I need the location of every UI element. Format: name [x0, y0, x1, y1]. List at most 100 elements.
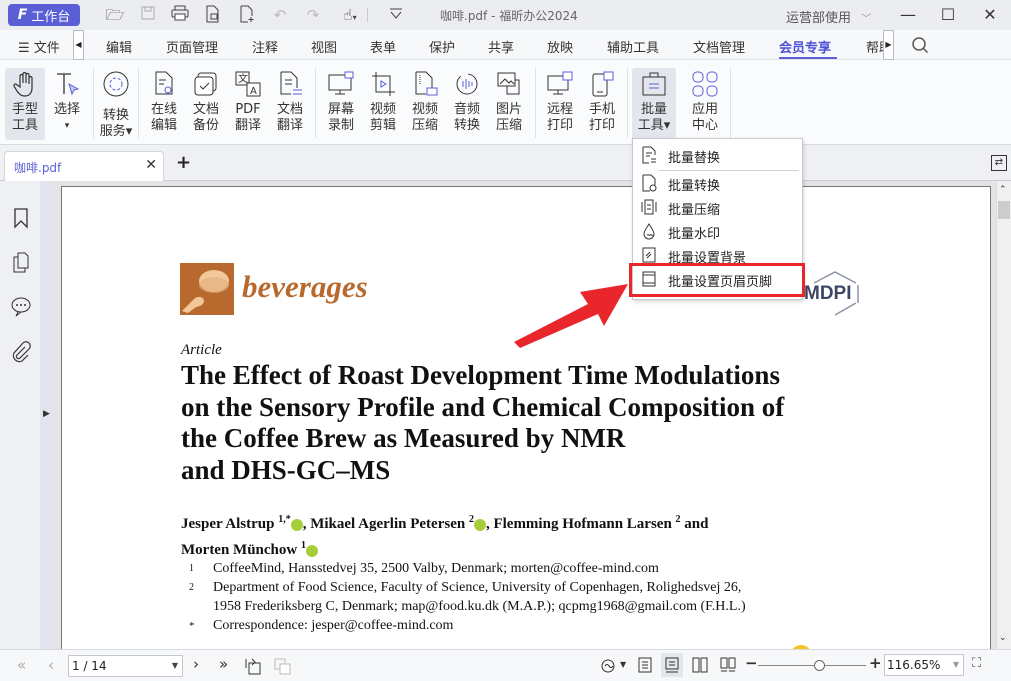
video-compress-button[interactable]: 视频 压缩	[405, 68, 445, 140]
app-center-button[interactable]: 应用 中心	[685, 68, 725, 140]
remote-print-button[interactable]: 远程 打印	[540, 68, 580, 140]
zoom-slider-track[interactable]	[758, 665, 866, 666]
menu-form[interactable]: 表单	[370, 37, 396, 56]
search-icon[interactable]	[911, 36, 929, 58]
user-account-dropdown[interactable]: 运营部使用 ﹀	[786, 7, 871, 26]
watermark-drop-icon	[643, 223, 655, 240]
close-tab-icon[interactable]: ✕	[145, 157, 157, 173]
new-from-file-icon[interactable]	[203, 5, 223, 25]
pages-icon[interactable]	[10, 251, 32, 273]
file-menu[interactable]: ☰ 文件	[18, 37, 60, 56]
last-page-icon[interactable]: »	[219, 655, 228, 673]
scrollbar-thumb[interactable]	[998, 201, 1010, 219]
minimize-button[interactable]: —	[893, 3, 923, 27]
new-tab-button[interactable]: +	[176, 152, 191, 173]
orcid-icon[interactable]	[473, 518, 486, 531]
vertical-scrollbar[interactable]: ⌃ ⌄	[996, 181, 1011, 649]
zoom-slider-thumb[interactable]	[813, 660, 825, 671]
zoom-in-button[interactable]: +	[869, 654, 882, 672]
menu-share[interactable]: 共享	[488, 37, 514, 56]
video-edit-button[interactable]: 视频 剪辑	[363, 68, 403, 140]
audio-convert-button[interactable]: 音频 转换	[447, 68, 487, 140]
scroll-up-icon[interactable]: ⌃	[999, 185, 1007, 195]
attachment-icon[interactable]	[10, 341, 32, 363]
close-button[interactable]: ✕	[975, 3, 1005, 27]
menu-item-batch-convert[interactable]: 批量转换	[633, 171, 802, 195]
hand-tool-button[interactable]: 手型 工具	[5, 68, 45, 140]
menu-page-management[interactable]: 页面管理	[166, 37, 218, 56]
panel-toggle-icon[interactable]: ⇄	[991, 155, 1007, 171]
single-page-icon[interactable]	[638, 657, 652, 673]
split-view-icon[interactable]	[274, 658, 292, 676]
document-translate-button[interactable]: 文档 翻译	[270, 68, 310, 140]
article-type: Article	[181, 342, 222, 358]
comments-icon[interactable]	[10, 295, 32, 317]
scroll-down-icon[interactable]: ⌄	[999, 633, 1007, 643]
continuous-page-button[interactable]	[661, 653, 683, 677]
menu-item-batch-watermark[interactable]: 批量水印	[633, 219, 802, 243]
mobile-print-button[interactable]: 手机 打印	[582, 68, 622, 140]
select-tool-button[interactable]: 选择 ▾	[47, 68, 87, 140]
menu-scroll-right-button[interactable]: ▶	[883, 30, 894, 60]
zoom-level-input[interactable]: 116.65% ▼	[884, 654, 964, 676]
divider	[315, 68, 316, 138]
chevron-down-icon[interactable]: ▼	[953, 660, 959, 669]
two-page-icon[interactable]	[692, 657, 708, 673]
menu-member-exclusive[interactable]: 会员专享	[779, 37, 831, 56]
new-document-icon[interactable]	[237, 5, 257, 25]
rotate-view-icon[interactable]	[245, 658, 263, 676]
hand-mode-icon[interactable]: ☝▾	[337, 5, 363, 25]
customize-chevron-icon[interactable]	[386, 5, 406, 25]
menu-protect[interactable]: 保护	[429, 37, 455, 56]
fullscreen-icon[interactable]: ⛶	[972, 656, 981, 671]
screen-record-button[interactable]: 屏幕 录制	[321, 68, 361, 140]
chevron-down-icon[interactable]: ▼	[172, 661, 178, 670]
save-icon[interactable]	[138, 5, 158, 25]
sidebar-collapse-strip[interactable]: ▶	[40, 181, 54, 649]
page-number-input[interactable]: 1 / 14 ▼	[68, 655, 183, 677]
mobile-print-icon	[592, 71, 614, 97]
batch-tools-button[interactable]: 批量 工具▾	[632, 68, 676, 140]
reading-mode-chevron-icon[interactable]: ▼	[620, 660, 626, 669]
video-crop-icon	[372, 72, 395, 96]
menu-item-batch-compress[interactable]: 批量压缩	[633, 195, 802, 219]
first-page-icon[interactable]: «	[17, 656, 26, 674]
divider	[367, 8, 368, 22]
document-backup-button[interactable]: 文档 备份	[186, 68, 226, 140]
menu-edit[interactable]: 编辑	[106, 37, 132, 56]
document-tab[interactable]: 咖啡.pdf ✕	[4, 151, 164, 181]
hand-icon	[13, 71, 33, 97]
bookmark-icon[interactable]	[10, 207, 32, 229]
open-icon[interactable]: 🗁	[105, 5, 125, 25]
conversion-service-button[interactable]: 转换 服务▾	[96, 68, 136, 140]
workspace-button[interactable]: F 工作台	[8, 4, 80, 26]
undo-icon[interactable]: ↶	[270, 5, 290, 25]
article-title: The Effect of Roast Development Time Mod…	[181, 360, 785, 485]
image-compress-button[interactable]: 图片 压缩	[489, 68, 529, 140]
maximize-button[interactable]: ☐	[933, 3, 963, 27]
menu-slideshow[interactable]: 放映	[547, 37, 573, 56]
highlight-box	[629, 263, 805, 297]
menu-bar: ☰ 文件 编辑 页面管理 注释 视图 表单 保护 共享 放映 辅助工具 文档管理…	[0, 30, 1011, 60]
menu-accessibility-tools[interactable]: 辅助工具	[607, 37, 659, 56]
orcid-icon[interactable]	[290, 518, 303, 531]
two-page-continuous-icon[interactable]	[720, 657, 736, 673]
menu-annotate[interactable]: 注释	[252, 37, 278, 56]
online-edit-button[interactable]: 在线 编辑	[144, 68, 184, 140]
zoom-out-button[interactable]: −	[745, 654, 758, 672]
menu-document-management[interactable]: 文档管理	[693, 37, 745, 56]
next-page-icon[interactable]: ›	[193, 655, 199, 673]
redo-icon[interactable]: ↷	[303, 5, 323, 25]
menu-scroll-left-button[interactable]: ◀	[73, 30, 84, 60]
video-compress-icon	[415, 71, 438, 96]
orcid-icon[interactable]	[306, 544, 318, 557]
previous-page-icon[interactable]: ‹	[48, 656, 54, 674]
print-icon[interactable]	[170, 5, 190, 25]
menu-help[interactable]: 帮助	[866, 37, 884, 56]
menu-view[interactable]: 视图	[311, 37, 337, 56]
pdf-translate-button[interactable]: 文A PDF 翻译	[228, 68, 268, 140]
menu-item-batch-replace[interactable]: 批量替换	[633, 143, 802, 167]
reading-mode-icon[interactable]	[600, 658, 616, 674]
navigation-sidebar	[0, 181, 40, 649]
expand-panel-icon[interactable]: ▶	[43, 409, 50, 419]
